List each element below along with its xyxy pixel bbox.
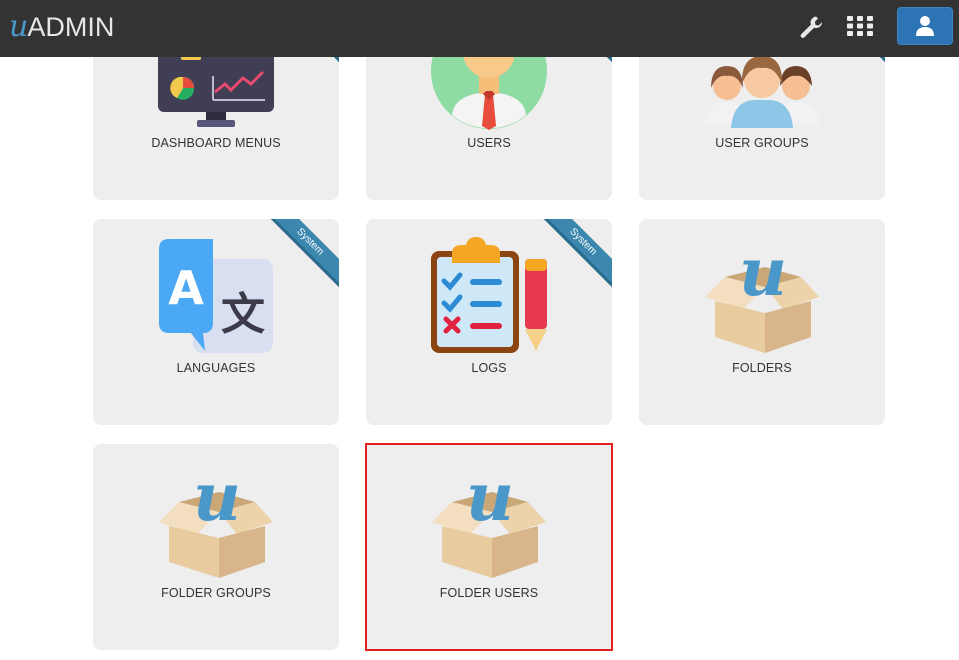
tile-label: LOGS (471, 361, 507, 375)
apps-grid-icon[interactable] (843, 9, 877, 43)
tile-label: FOLDER GROUPS (161, 586, 271, 600)
tile-logs[interactable]: System LOGS (366, 219, 612, 425)
svg-text:u: u (739, 237, 787, 311)
box-icon: u (159, 462, 273, 578)
tile-label: DASHBOARD MENUS (151, 136, 281, 150)
tile-label: USERS (467, 136, 511, 150)
logo-text: ADMIN (27, 12, 115, 42)
svg-text:u: u (193, 462, 241, 536)
tile-folder-groups[interactable]: u FOLDER GROUPS (93, 444, 339, 650)
clipboard-log-icon (431, 237, 547, 353)
tile-folder-users[interactable]: u FOLDER USERS (365, 443, 613, 651)
logo-u: u (9, 9, 28, 44)
app-logo[interactable]: u ADMIN (9, 8, 115, 44)
tile-label: FOLDERS (732, 361, 792, 375)
user-icon (916, 16, 934, 36)
profile-button[interactable] (897, 7, 953, 45)
translate-icon: A 文 (159, 239, 273, 353)
tile-label: USER GROUPS (715, 136, 809, 150)
svg-text:文: 文 (221, 289, 265, 340)
svg-text:u: u (466, 462, 514, 536)
tile-label: LANGUAGES (176, 361, 256, 375)
tile-folders[interactable]: u FOLDERS (639, 219, 885, 425)
box-icon: u (705, 237, 819, 353)
tile-languages[interactable]: System A 文 LANGUAGES (93, 219, 339, 425)
wrench-icon[interactable] (795, 11, 827, 43)
tile-label: FOLDER USERS (439, 586, 539, 600)
svg-text:A: A (168, 261, 204, 315)
top-navbar: u ADMIN (0, 0, 959, 57)
box-icon: u (432, 462, 546, 578)
